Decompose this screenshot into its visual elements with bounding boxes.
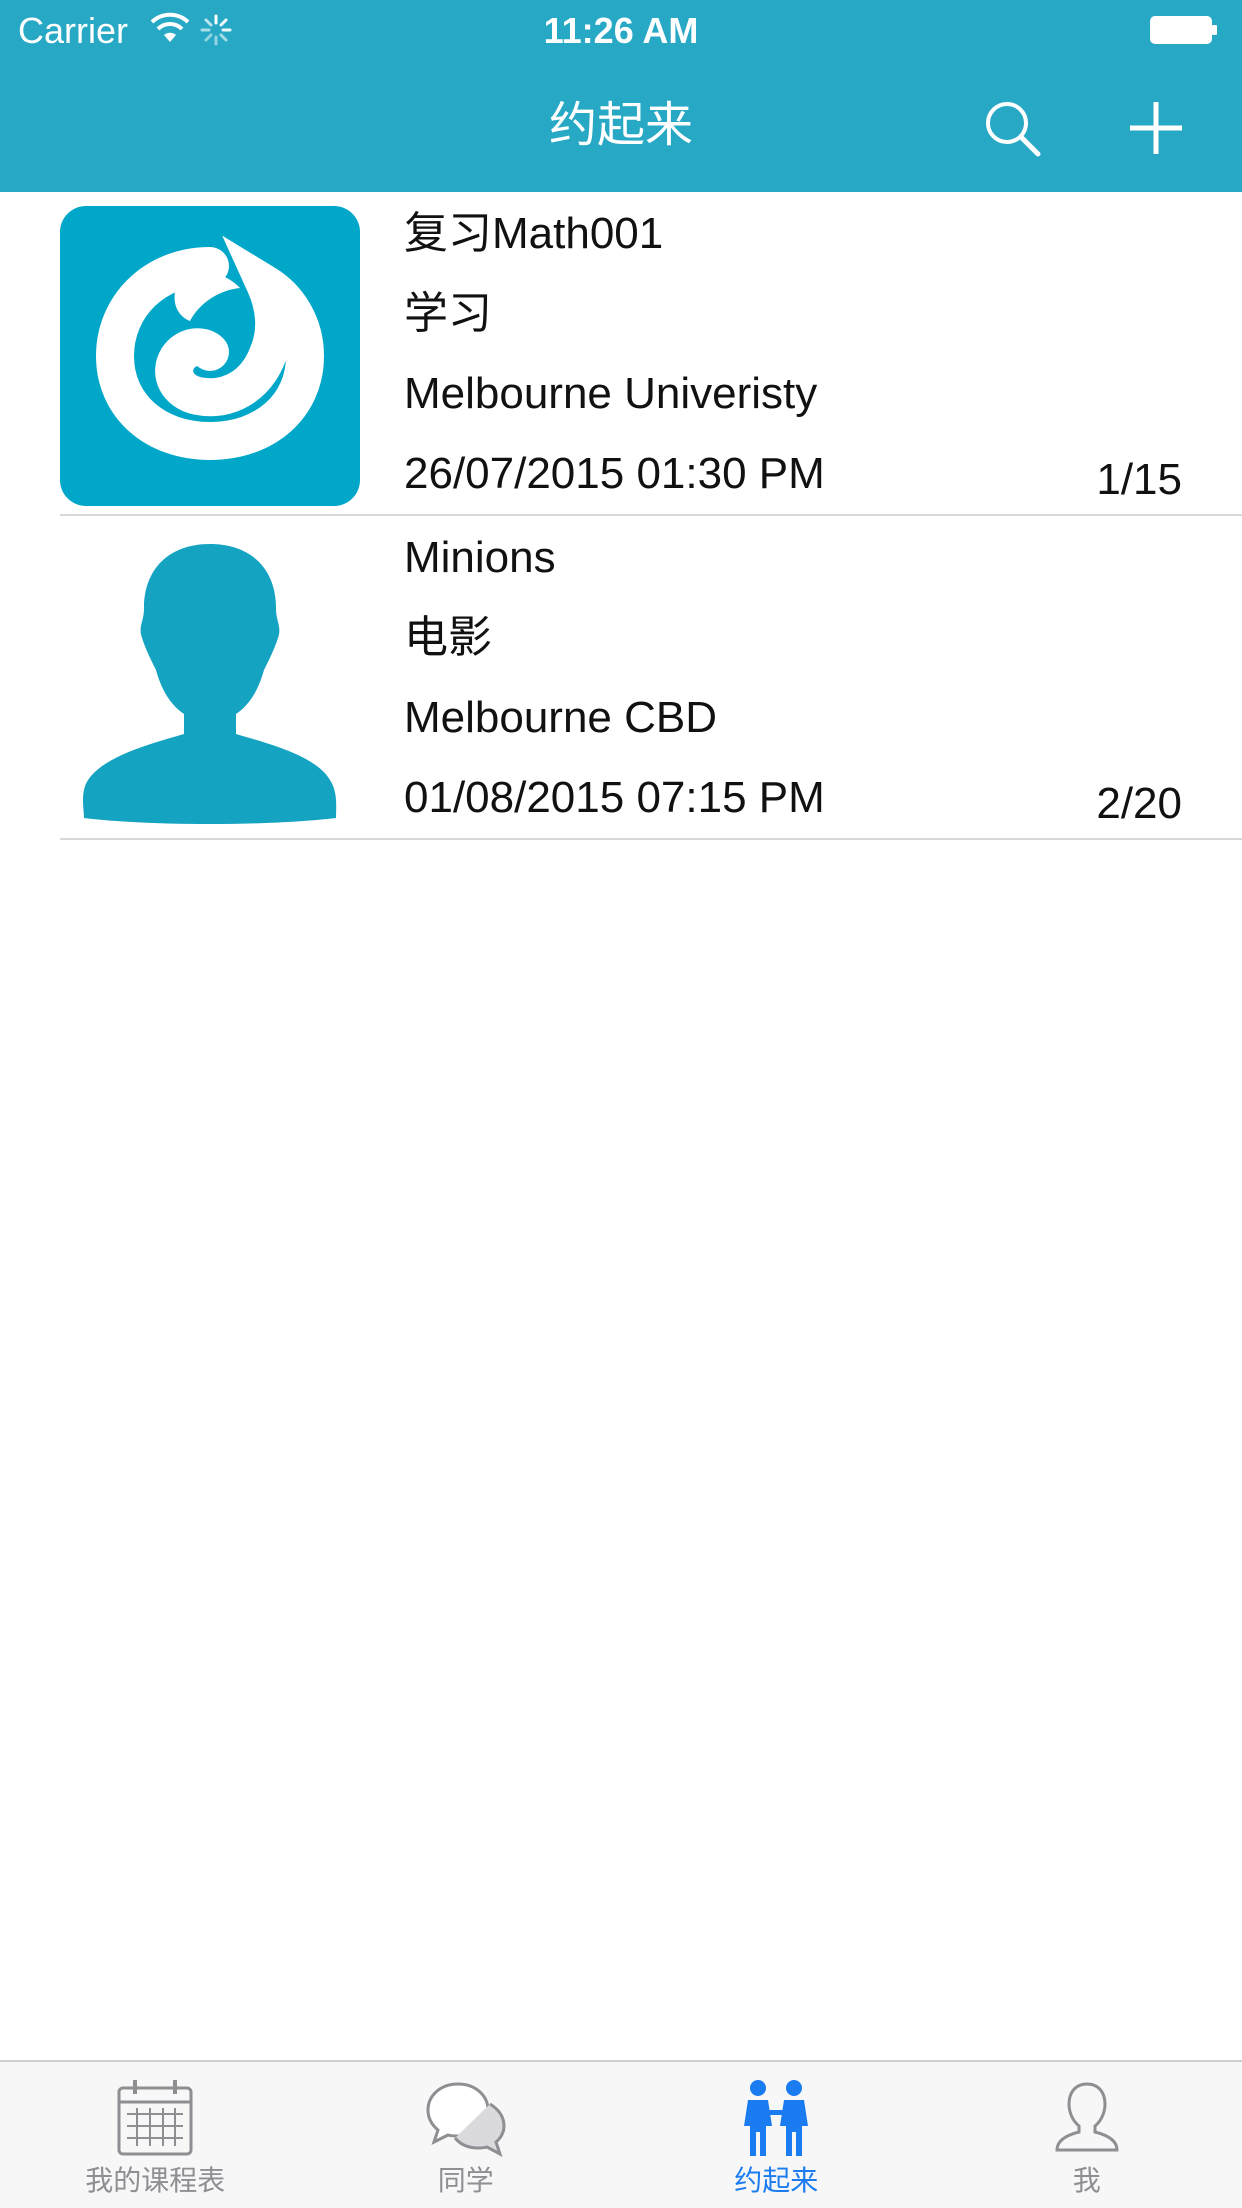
- chat-bubbles-icon: [426, 2082, 506, 2158]
- tab-label: 同学: [437, 2165, 494, 2196]
- event-title: Minions: [404, 533, 556, 582]
- battery-icon: [1150, 16, 1217, 44]
- screen: Carrier 11:26 AM 约起来 复习Math001 学习 Melbou…: [0, 0, 1242, 2208]
- tab-schedule[interactable]: 我的课程表: [0, 2062, 311, 2208]
- event-location: Melbourne CBD: [404, 693, 718, 742]
- event-list: 复习Math001 学习 Melbourne Univeristy 26/07/…: [0, 192, 1242, 840]
- tab-classmates[interactable]: 同学: [311, 2062, 622, 2208]
- tab-me[interactable]: 我: [932, 2062, 1242, 2208]
- tab-label: 我: [1072, 2165, 1101, 2196]
- event-title: 复习Math001: [404, 209, 664, 258]
- event-datetime: 26/07/2015 01:30 PM: [404, 449, 825, 498]
- event-datetime: 01/08/2015 07:15 PM: [404, 773, 825, 822]
- plus-icon: [1130, 102, 1182, 154]
- row-divider: [60, 838, 1242, 840]
- event-participant-count: 1/15: [1096, 455, 1182, 504]
- tab-label: 约起来: [734, 2165, 819, 2196]
- tab-meetup[interactable]: 约起来: [621, 2062, 932, 2208]
- event-participant-count: 2/20: [1096, 779, 1182, 828]
- default-avatar-icon: [83, 544, 337, 824]
- navigation-bar: Carrier 11:26 AM 约起来: [0, 0, 1242, 192]
- status-bar: Carrier 11:26 AM: [0, 0, 1242, 62]
- app-logo-icon: [95, 235, 325, 461]
- tab-bar: 我的课程表 同学 约起来 我: [0, 2060, 1242, 2208]
- status-time: 11:26 AM: [543, 10, 699, 51]
- search-button[interactable]: [972, 88, 1052, 168]
- event-row[interactable]: Minions 电影 Melbourne CBD 01/08/2015 07:1…: [0, 516, 1242, 840]
- tab-label: 我的课程表: [85, 2165, 226, 2196]
- add-event-button[interactable]: [1116, 88, 1196, 168]
- people-icon: [744, 2080, 809, 2156]
- calendar-icon: [117, 2080, 193, 2156]
- page-title: 约起来: [548, 99, 693, 152]
- event-location: Melbourne Univeristy: [404, 369, 818, 418]
- person-icon: [1055, 2082, 1119, 2152]
- event-category: 学习: [404, 289, 492, 338]
- event-category: 电影: [404, 613, 492, 662]
- search-icon: [986, 102, 1041, 157]
- default-avatar-thumbnail: [60, 530, 360, 830]
- app-logo-thumbnail: [60, 206, 360, 506]
- event-row[interactable]: 复习Math001 学习 Melbourne Univeristy 26/07/…: [0, 192, 1242, 516]
